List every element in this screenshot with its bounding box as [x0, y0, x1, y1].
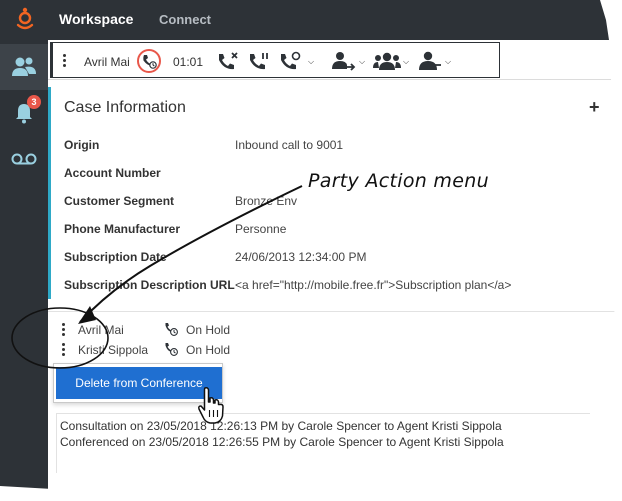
- voicemail-icon: [11, 153, 37, 165]
- chevron-down-icon[interactable]: ⌵: [403, 57, 409, 67]
- party-name: Avril Mai: [84, 55, 130, 69]
- case-information-title: Case Information: [64, 99, 186, 116]
- chevron-down-icon[interactable]: ⌵: [359, 57, 365, 67]
- party-name: Avril Mai: [78, 323, 124, 337]
- party-action-menu-icon[interactable]: [62, 323, 66, 338]
- sidebar-notifications-button[interactable]: [0, 90, 48, 136]
- party-status: On Hold: [186, 343, 231, 357]
- notification-count-badge: 3: [27, 95, 41, 109]
- consult-call-icon[interactable]: [278, 51, 302, 73]
- case-field-value: Personne: [235, 222, 287, 236]
- workspace-app: Workspace Connect 3 Avril Mai 01:01 ⌵ ⌵ …: [0, 0, 618, 492]
- party-action-menu-icon[interactable]: [62, 343, 66, 358]
- nav-connect-tab[interactable]: Connect: [159, 12, 211, 27]
- party-status: On Hold: [186, 323, 231, 337]
- genesys-logo-icon: [16, 7, 34, 30]
- case-field-label: Account Number: [64, 166, 161, 180]
- add-field-icon[interactable]: +: [589, 97, 600, 118]
- transfer-icon[interactable]: [331, 51, 357, 73]
- hold-call-icon[interactable]: [247, 51, 271, 73]
- call-timer: 01:01: [173, 55, 204, 69]
- case-field-value: 24/06/2013 12:34:00 PM: [235, 250, 367, 264]
- more-options-icon[interactable]: ⋮: [609, 95, 618, 112]
- party-name: Kristi Sippola: [78, 343, 149, 357]
- case-field-label: Phone Manufacturer: [64, 222, 181, 236]
- annotation-callout: Party Action menu: [304, 166, 493, 196]
- interaction-menu-icon[interactable]: [63, 54, 67, 69]
- sidebar-contacts-button[interactable]: [0, 44, 48, 90]
- call-status-icon: [137, 49, 161, 73]
- chevron-down-icon[interactable]: ⌵: [308, 57, 314, 67]
- contacts-icon: [12, 57, 36, 76]
- party-action-icon[interactable]: [417, 51, 443, 73]
- history-entry: Conferenced on 23/05/2018 12:26:55 PM by…: [60, 435, 504, 449]
- case-field-label: Subscription Description URL: [64, 278, 235, 292]
- case-field-value: Inbound call to 9001: [235, 138, 344, 152]
- chevron-down-icon[interactable]: ⌵: [445, 57, 451, 67]
- interaction-history: Consultation on 23/05/2018 12:26:13 PM b…: [56, 413, 590, 473]
- case-field-label: Subscription Date: [64, 250, 167, 264]
- on-hold-icon: [165, 343, 178, 356]
- case-field-label: Origin: [64, 138, 100, 152]
- section-divider: [48, 311, 618, 312]
- case-field-value: Bronze Env: [235, 194, 298, 208]
- sidebar-voicemail-button[interactable]: [0, 136, 48, 182]
- interaction-bar: Avril Mai 01:01 ⌵ ⌵ ⌵ ⌵: [50, 42, 500, 78]
- history-entry: Consultation on 23/05/2018 12:26:13 PM b…: [60, 419, 502, 433]
- interaction-panel: Case Information + ⋮ Origin Inbound call…: [48, 80, 618, 492]
- on-hold-icon: [165, 323, 178, 336]
- screenshot-frame: Workspace Connect 3 Avril Mai 01:01 ⌵ ⌵ …: [0, 0, 622, 501]
- call-toolbar: Avril Mai 01:01 ⌵ ⌵ ⌵ ⌵: [48, 40, 618, 80]
- conference-icon[interactable]: [373, 51, 401, 73]
- nav-workspace-tab[interactable]: Workspace: [59, 11, 133, 27]
- hand-cursor-icon: [198, 387, 224, 424]
- case-field-label: Customer Segment: [64, 194, 175, 208]
- end-call-icon[interactable]: [216, 51, 240, 73]
- top-navigation-bar: Workspace Connect: [0, 0, 618, 40]
- left-sidebar: 3: [0, 40, 48, 492]
- case-field-value: <a href="http://mobile.free.fr">Subscrip…: [235, 278, 512, 292]
